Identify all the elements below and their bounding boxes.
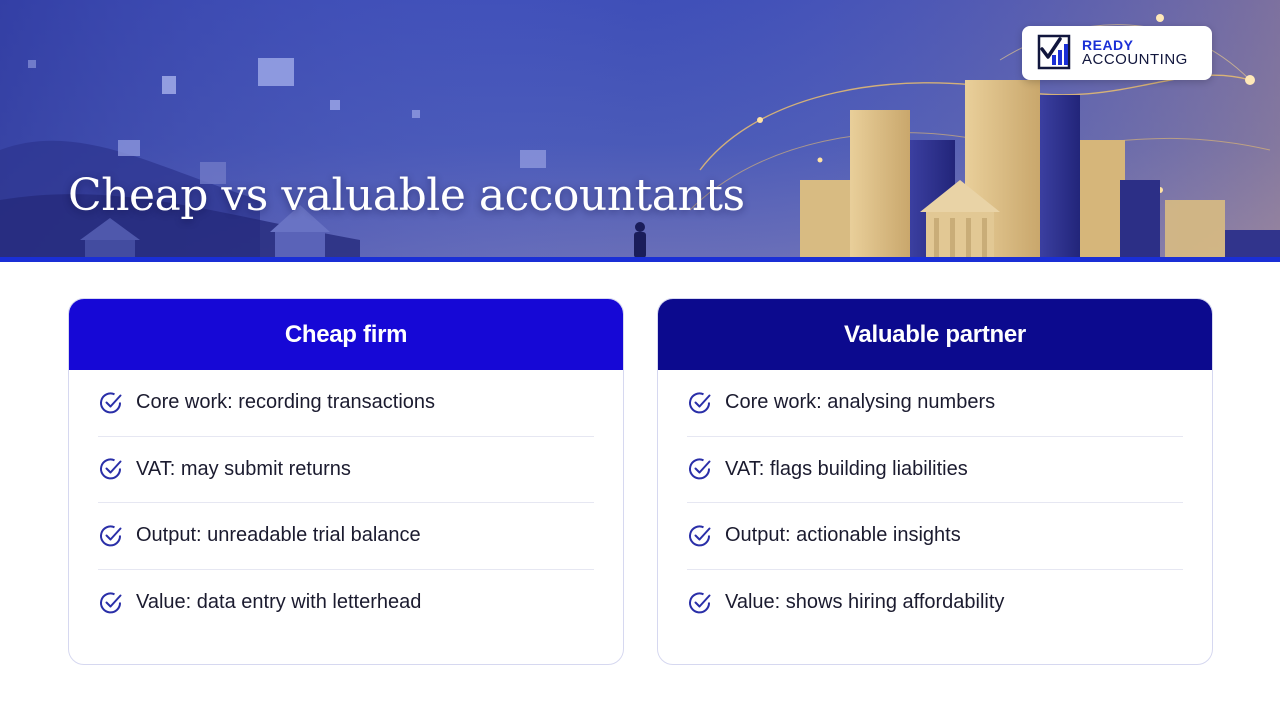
card-title: Valuable partner bbox=[658, 299, 1212, 370]
list-item: VAT: flags building liabilities bbox=[687, 437, 1183, 503]
hero-divider bbox=[0, 257, 1280, 262]
list-item-text: VAT: may submit returns bbox=[136, 457, 351, 480]
list-item-text: Core work: recording transactions bbox=[136, 391, 436, 414]
check-circle-icon bbox=[100, 592, 122, 614]
list-item: VAT: may submit returns bbox=[98, 437, 594, 503]
check-circle-icon bbox=[689, 458, 711, 480]
list-item-text: Value: shows hiring affordability bbox=[725, 591, 1005, 614]
list-item: Core work: recording transactions bbox=[98, 370, 594, 437]
chart-check-icon bbox=[1037, 34, 1071, 70]
brand-wordmark: READY ACCOUNTING bbox=[1082, 38, 1188, 68]
cheap-firm-card: Cheap firm Core work: recording transact… bbox=[68, 298, 624, 665]
card-list: Core work: recording transactions VAT: m… bbox=[69, 370, 623, 636]
check-circle-icon bbox=[100, 458, 122, 480]
list-item-text: VAT: flags building liabilities bbox=[725, 457, 968, 480]
list-item-text: Output: actionable insights bbox=[725, 524, 961, 547]
card-list: Core work: analysing numbers VAT: flags … bbox=[658, 370, 1212, 636]
check-circle-icon bbox=[689, 392, 711, 414]
list-item-text: Output: unreadable trial balance bbox=[136, 524, 421, 547]
list-item: Output: actionable insights bbox=[687, 503, 1183, 570]
list-item: Core work: analysing numbers bbox=[687, 370, 1183, 437]
brand-name-line1: READY bbox=[1082, 36, 1134, 53]
check-circle-icon bbox=[689, 525, 711, 547]
check-circle-icon bbox=[100, 525, 122, 547]
list-item: Value: shows hiring affordability bbox=[687, 570, 1183, 637]
list-item: Output: unreadable trial balance bbox=[98, 503, 594, 570]
check-circle-icon bbox=[100, 392, 122, 414]
valuable-partner-card: Valuable partner Core work: analysing nu… bbox=[657, 298, 1213, 665]
page-title: Cheap vs valuable accountants bbox=[68, 170, 745, 221]
brand-logo[interactable]: READY ACCOUNTING bbox=[1022, 26, 1212, 80]
check-circle-icon bbox=[689, 592, 711, 614]
card-title: Cheap firm bbox=[69, 299, 623, 370]
list-item-text: Core work: analysing numbers bbox=[725, 391, 996, 414]
list-item: Value: data entry with letterhead bbox=[98, 570, 594, 637]
brand-name-line2: ACCOUNTING bbox=[1082, 51, 1188, 69]
list-item-text: Value: data entry with letterhead bbox=[136, 591, 422, 614]
